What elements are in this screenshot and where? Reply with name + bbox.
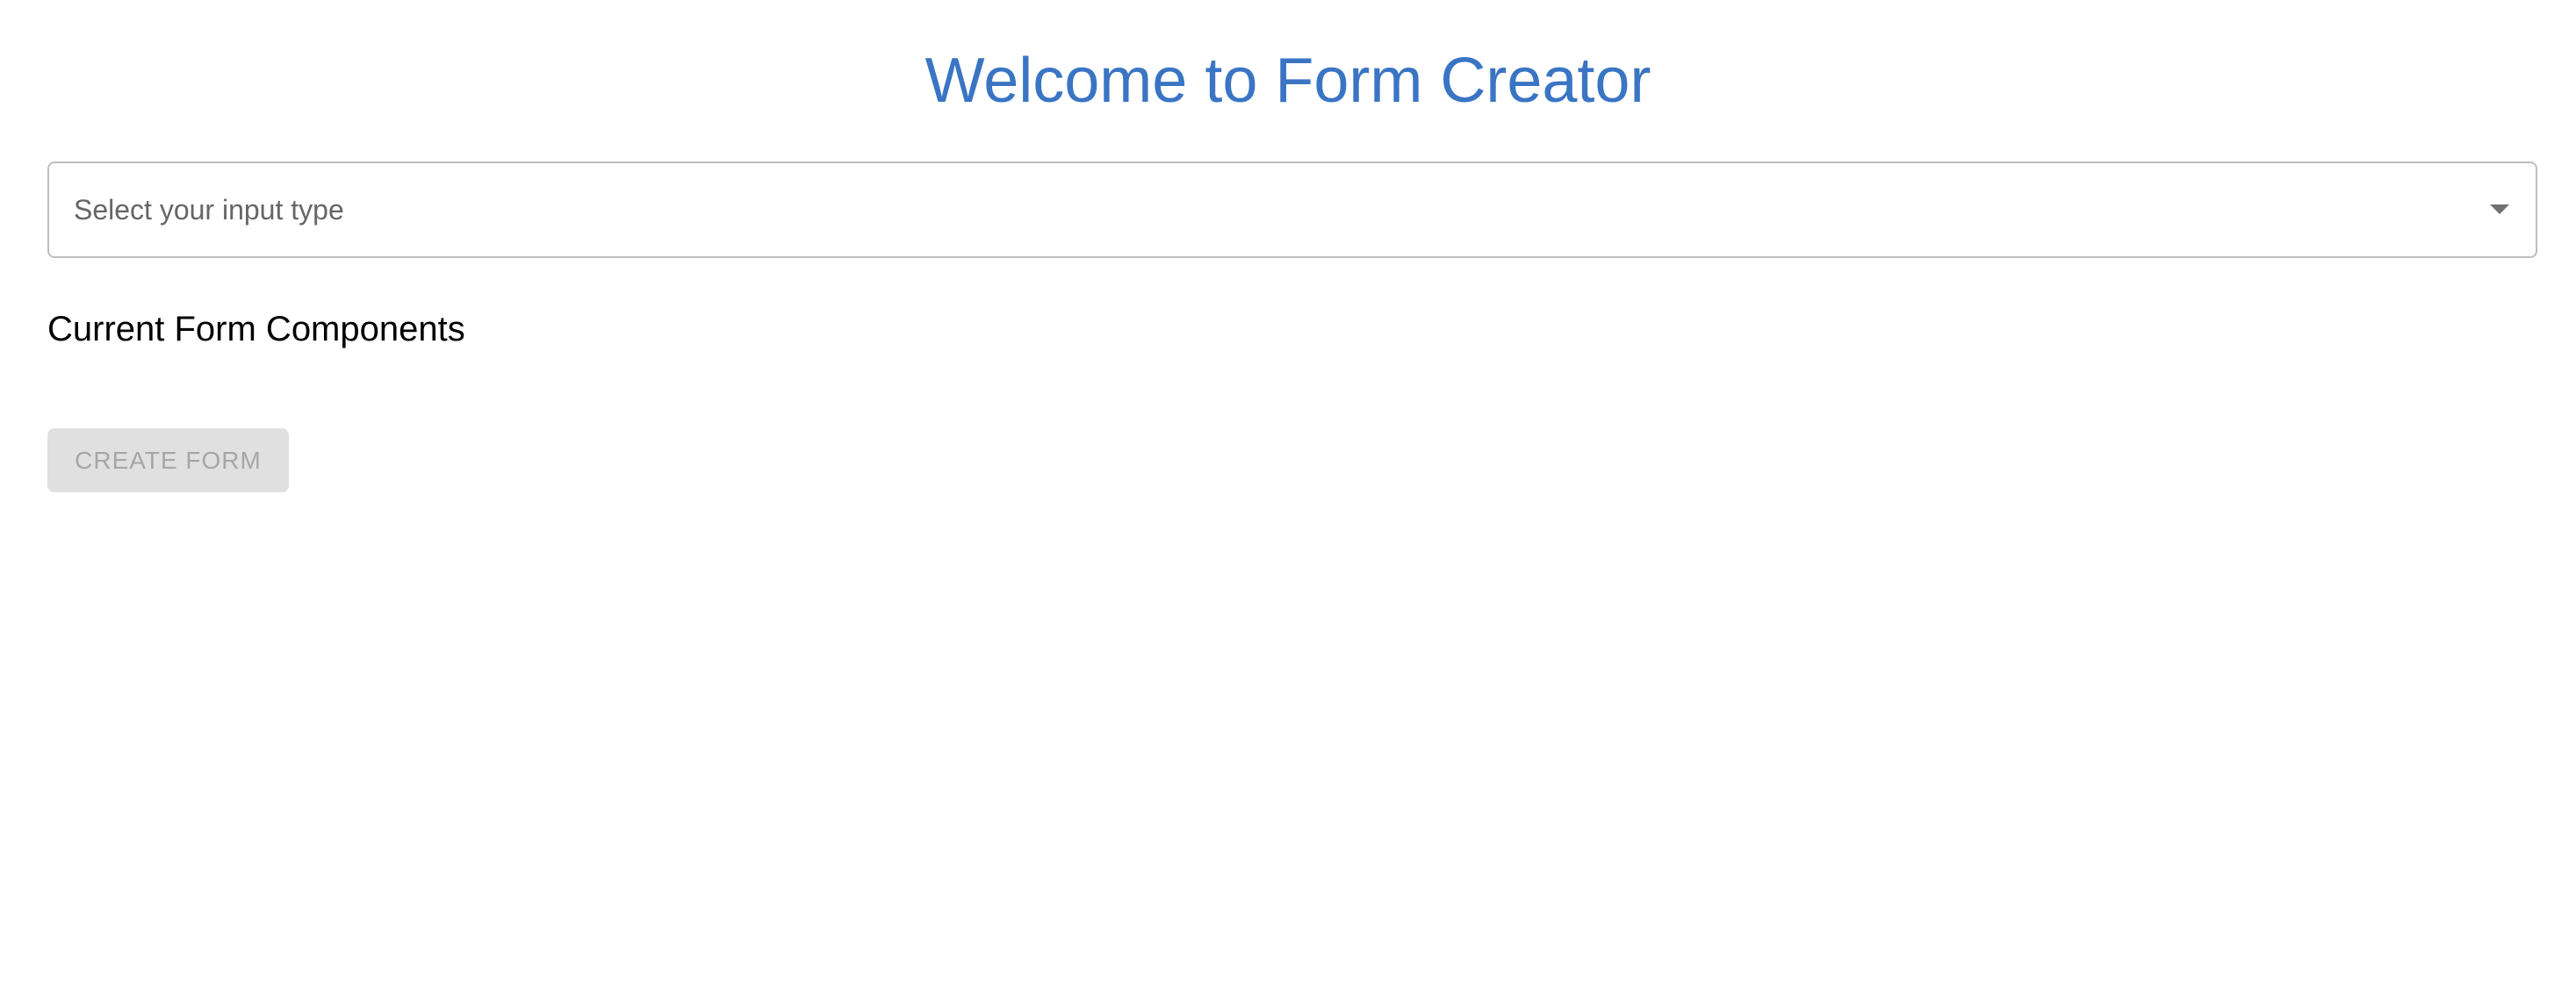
form-creator-page: Welcome to Form Creator Select your inpu… [0, 0, 2576, 997]
page-title: Welcome to Form Creator [925, 46, 1651, 116]
input-type-select-placeholder: Select your input type [74, 194, 344, 226]
input-type-select[interactable]: Select your input type [47, 161, 2537, 258]
chevron-down-icon [2490, 204, 2509, 214]
current-form-components-heading: Current Form Components [47, 310, 465, 348]
create-form-button[interactable]: CREATE FORM [47, 428, 289, 492]
